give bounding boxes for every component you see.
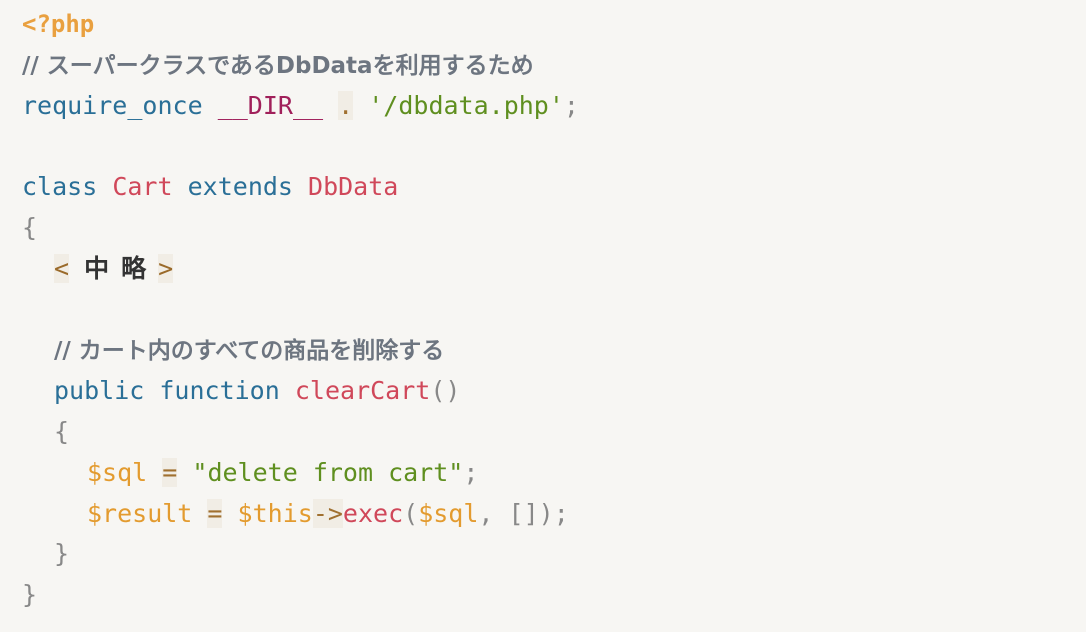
semicolon: ; — [463, 457, 479, 487]
method-brace-close: } — [54, 539, 70, 569]
code-line-12: $sql = "delete from cart"; — [22, 453, 1086, 494]
class-brace-close: } — [22, 580, 38, 610]
empty-array: [] — [508, 498, 539, 528]
semicolon: ; — [563, 90, 579, 120]
semicolon: ; — [553, 498, 569, 528]
sql-variable: $sql — [87, 457, 148, 487]
public-keyword: public — [54, 376, 145, 406]
class-name: Cart — [112, 172, 173, 202]
code-line-8-blank — [22, 290, 1086, 331]
dir-magic-constant: __DIR__ — [217, 90, 324, 120]
code-line-2: // スーパークラスであるDbDataを利用するため — [22, 45, 1086, 86]
code-line-4-blank — [22, 126, 1086, 167]
php-open-tag: <?php — [22, 10, 95, 38]
comma: , — [478, 498, 494, 528]
sql-variable-arg: $sql — [418, 498, 479, 528]
concat-operator: . — [338, 90, 354, 120]
sql-string: "delete from cart" — [192, 457, 464, 487]
assign-operator: = — [162, 457, 178, 487]
exec-method: exec — [342, 498, 404, 528]
comment-clear-cart: // カート内のすべての商品を削除する — [54, 338, 445, 365]
code-line-7: < 中略> — [22, 249, 1086, 290]
abbr-left-bracket: < — [54, 253, 70, 283]
code-line-10: public function clearCart() — [22, 371, 1086, 412]
code-line-1: <?php — [22, 4, 1086, 45]
class-keyword: class — [22, 172, 98, 202]
parent-class-name: DbData — [308, 172, 399, 202]
arrow-operator: -> — [312, 498, 343, 528]
method-name: clearCart — [294, 376, 431, 406]
require-path-string: '/dbdata.php' — [368, 90, 564, 120]
class-brace-open: { — [22, 212, 38, 242]
code-listing: <?php // スーパークラスであるDbDataを利用するため require… — [0, 0, 1086, 632]
function-keyword: function — [159, 376, 280, 406]
code-line-5: class Cart extends DbData — [22, 167, 1086, 208]
code-line-9: // カート内のすべての商品を削除する — [22, 330, 1086, 371]
method-brace-open: { — [54, 416, 70, 446]
code-line-11: { — [22, 412, 1086, 453]
code-line-15: } — [22, 575, 1086, 616]
this-variable: $this — [237, 498, 313, 528]
code-line-3: require_once __DIR__ . '/dbdata.php'; — [22, 86, 1086, 127]
method-parens: () — [430, 376, 461, 406]
require-once-keyword: require_once — [22, 90, 203, 120]
extends-keyword: extends — [187, 172, 293, 202]
paren-close: ) — [538, 498, 554, 528]
code-line-6: { — [22, 208, 1086, 249]
result-variable: $result — [87, 498, 193, 528]
abbreviation-text: 中略 — [84, 253, 159, 283]
comment-superclass: // スーパークラスであるDbDataを利用するため — [22, 52, 534, 79]
abbr-right-bracket: > — [158, 253, 174, 283]
code-line-14: } — [22, 534, 1086, 575]
code-line-13: $result = $this->exec($sql, []); — [22, 494, 1086, 535]
paren-open: ( — [403, 498, 419, 528]
assign-operator: = — [207, 498, 223, 528]
